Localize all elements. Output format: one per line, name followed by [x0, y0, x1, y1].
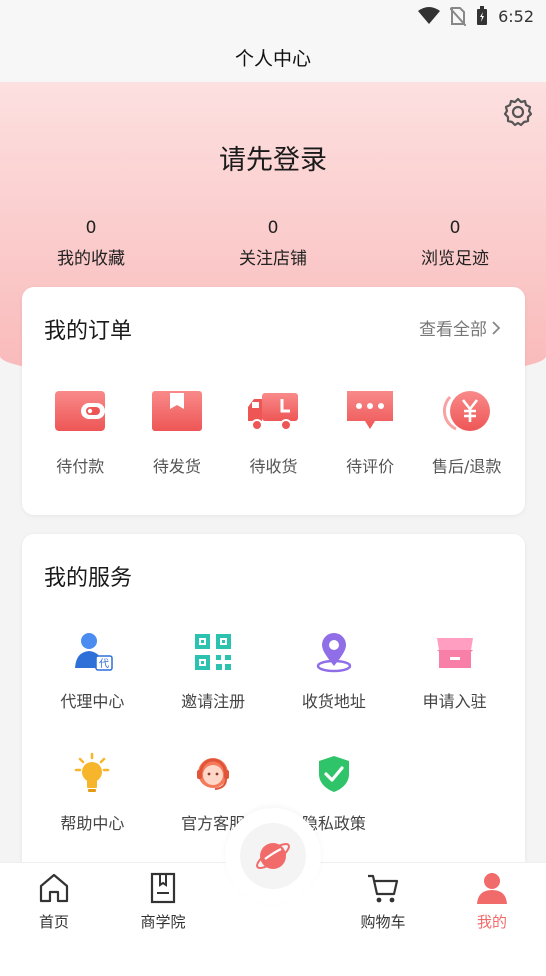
services-grid: 代 代理中心 邀请注册 收货地址 申请入驻 帮助中心 官方客服 隐私政策: [32, 630, 515, 834]
planet-icon: [256, 843, 290, 869]
stat-value: 0: [267, 218, 279, 238]
service-label: 帮助中心: [60, 814, 125, 833]
tab-label: 商学院: [140, 913, 186, 931]
tab-mine[interactable]: 我的: [447, 871, 537, 932]
service-label: 申请入驻: [422, 692, 487, 711]
agent-icon: 代: [75, 633, 114, 671]
orders-card: 我的订单 查看全部 待付款 待发货 待收货 待评价 售后/退款: [22, 287, 525, 515]
order-label: 待发货: [152, 457, 201, 476]
truck-icon: [248, 393, 299, 431]
stat-value: 0: [85, 218, 97, 238]
lightbulb-icon: [75, 752, 110, 792]
stat-history[interactable]: 0 浏览足迹: [364, 218, 546, 269]
store-icon: [436, 638, 473, 668]
service-apply-join[interactable]: 申请入驻: [394, 630, 515, 712]
user-icon: [477, 873, 507, 904]
chevron-right-icon: [492, 320, 501, 335]
customer-service-icon: [197, 758, 230, 790]
nav-bar: 个人中心: [0, 32, 546, 82]
center-action-button[interactable]: [225, 808, 321, 904]
services-title: 我的服务: [44, 566, 133, 591]
order-pending-shipment[interactable]: 待发货: [131, 387, 223, 477]
gear-icon[interactable]: [502, 96, 534, 128]
tab-label: 购物车: [360, 913, 406, 931]
order-after-sales[interactable]: 售后/退款: [421, 387, 513, 477]
wifi-icon: [418, 7, 441, 24]
service-shipping-address[interactable]: 收货地址: [274, 630, 395, 712]
battery-icon: [477, 6, 488, 25]
orders-title: 我的订单: [44, 319, 133, 344]
order-status-row: 待付款 待发货 待收货 待评价 售后/退款: [22, 387, 525, 477]
stats-row: 0 我的收藏 0 关注店铺 0 浏览足迹: [0, 218, 546, 269]
view-all-orders-link[interactable]: 查看全部: [419, 315, 501, 340]
stat-followed-shops[interactable]: 0 关注店铺: [182, 218, 364, 269]
svg-text:代: 代: [99, 658, 109, 670]
stat-value: 0: [449, 218, 461, 238]
login-prompt[interactable]: 请先登录: [0, 138, 546, 177]
no-sim-icon: [450, 7, 467, 26]
tab-cart[interactable]: 购物车: [338, 871, 428, 932]
shield-check-icon: [318, 756, 349, 792]
comment-icon: [347, 391, 394, 429]
qrcode-icon: [195, 634, 232, 670]
cart-icon: [368, 874, 399, 903]
home-icon: [39, 873, 69, 903]
order-pending-receipt[interactable]: 待收货: [227, 387, 319, 477]
status-time: 6:52: [498, 6, 534, 26]
location-icon: [316, 633, 352, 673]
tab-business-school[interactable]: 商学院: [118, 871, 208, 932]
stat-favorites[interactable]: 0 我的收藏: [0, 218, 182, 269]
service-label: 邀请注册: [181, 692, 246, 711]
stat-label: 浏览足迹: [421, 249, 489, 269]
service-invite-register[interactable]: 邀请注册: [153, 630, 274, 712]
stat-label: 我的收藏: [57, 249, 125, 269]
service-label: 代理中心: [60, 692, 125, 711]
service-label: 收货地址: [301, 692, 366, 711]
refund-icon: [442, 391, 490, 431]
stat-label: 关注店铺: [239, 249, 307, 269]
status-bar: 6:52: [0, 0, 546, 32]
order-pending-review[interactable]: 待评价: [324, 387, 416, 477]
order-label: 待评价: [346, 457, 395, 476]
page-title: 个人中心: [234, 47, 311, 70]
view-all-label: 查看全部: [419, 320, 487, 340]
order-pending-payment[interactable]: 待付款: [34, 387, 126, 477]
center-button-inner: [240, 823, 306, 889]
tab-label: 我的: [476, 913, 507, 931]
service-help-center[interactable]: 帮助中心: [32, 752, 153, 834]
order-label: 待收货: [249, 457, 298, 476]
book-icon: [150, 872, 176, 904]
wallet-icon: [55, 391, 106, 431]
service-agent-center[interactable]: 代 代理中心: [32, 630, 153, 712]
order-label: 待付款: [56, 457, 105, 476]
package-icon: [151, 391, 202, 431]
tab-label: 首页: [38, 913, 69, 931]
tab-home[interactable]: 首页: [9, 871, 99, 932]
order-label: 售后/退款: [431, 457, 502, 476]
